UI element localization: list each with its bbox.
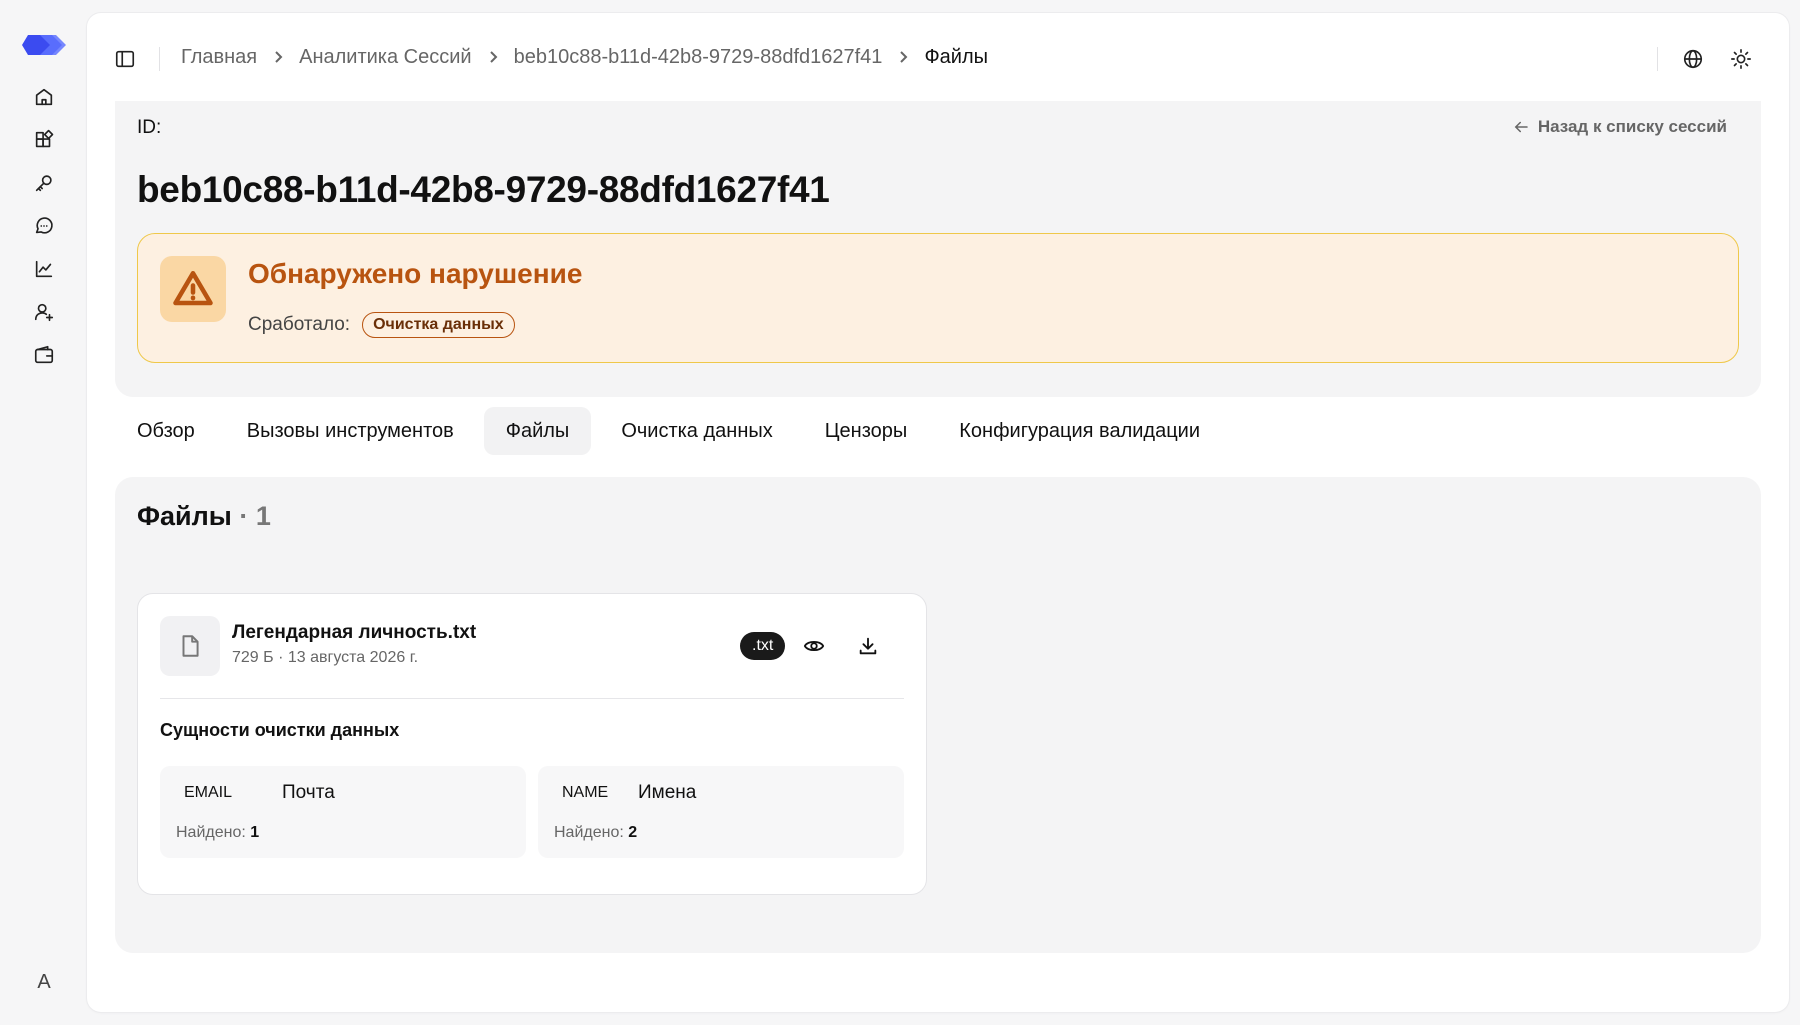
file-extension-badge: .txt [740,632,786,660]
warning-icon [173,270,213,306]
session-header: ID: Назад к списку сессий beb10c88-b11d-… [115,101,1761,397]
eye-icon [803,640,825,652]
found-count: 2 [628,824,638,841]
chevron-right-icon [271,50,285,64]
home-icon [35,88,53,106]
blocks-icon [35,129,54,148]
nav-chat[interactable] [24,206,64,246]
back-link-label: Назад к списку сессий [1537,117,1727,136]
entity-name: Имена [638,782,697,803]
brand-logo[interactable] [22,33,66,57]
tab-censors[interactable]: Цензоры [803,407,930,455]
id-label: ID: [137,117,162,138]
tab-data-sanitization[interactable]: Очистка данных [599,407,794,455]
nav-home[interactable] [24,77,64,117]
page-title: beb10c88-b11d-42b8-9729-88dfd1627f41 [137,169,830,210]
alert-icon-box [160,256,226,322]
file-icon-box [160,616,220,676]
files-title: Файлы [137,501,232,531]
divider [160,698,904,699]
arrow-left-icon [1514,121,1528,133]
files-heading: Файлы · 1 [137,501,271,532]
alert-trigger: Сработало: Очистка данных [248,312,515,338]
wallet-icon [34,345,54,364]
entities-title: Сущности очистки данных [160,720,400,740]
key-icon [35,175,52,192]
file-name: Легендарная личность.txt [232,622,477,643]
divider [1657,47,1658,71]
breadcrumb: Главная Аналитика Сессий beb10c88-b11d-4… [181,13,988,101]
chat-icon [35,217,53,234]
sun-icon [1731,49,1751,69]
nav-keys[interactable] [24,163,64,203]
file-icon [182,635,199,657]
chart-icon [35,260,53,278]
file-meta: 729 Б · 13 августа 2026 г. [232,649,419,666]
tab-validation-config[interactable]: Конфигурация валидации [937,407,1222,455]
globe-icon [1683,49,1703,69]
preview-file-button[interactable] [798,630,830,662]
breadcrumb-current: Файлы [924,45,988,68]
tab-bar: Обзор Вызовы инструментов Файлы Очистка … [115,407,1222,455]
nav-analytics[interactable] [24,249,64,289]
alert-title: Обнаружено нарушение [248,258,583,289]
file-card: Легендарная личность.txt 729 Б · 13 авгу… [137,593,927,895]
download-icon [859,637,877,655]
main-panel: Главная Аналитика Сессий beb10c88-b11d-4… [87,13,1789,1012]
chevron-right-icon [486,50,500,64]
trigger-label: Сработало: [248,314,351,335]
sidebar-toggle-button[interactable] [111,45,139,73]
user-plus-icon [34,303,54,322]
breadcrumb-session-id[interactable]: beb10c88-b11d-42b8-9729-88dfd1627f41 [514,46,883,69]
found-label: Найдено: [554,824,624,841]
back-to-sessions-link[interactable]: Назад к списку сессий [1512,117,1727,137]
entity-card-name: NAME Имена Найдено: 2 [538,766,904,858]
entity-name: Почта [282,782,335,803]
tab-tool-calls[interactable]: Вызовы инструментов [225,407,476,455]
language-button[interactable] [1678,44,1708,74]
nav-wallet[interactable] [24,335,64,375]
entity-code: EMAIL [172,780,245,806]
tab-files[interactable]: Файлы [483,407,592,455]
trigger-badge: Очистка данных [362,312,515,338]
files-section: Файлы · 1 Легендарная личность.txt 729 Б… [115,477,1761,953]
theme-toggle-button[interactable] [1726,44,1756,74]
entity-card-email: EMAIL Почта Найдено: 1 [160,766,526,858]
found-count: 1 [250,824,260,841]
entity-found: Найдено: 2 [554,824,637,842]
sidebar-icon [115,50,135,68]
files-count: · 1 [239,501,271,531]
violation-alert: Обнаружено нарушение Сработало: Очистка … [137,233,1739,363]
breadcrumb-session-analytics[interactable]: Аналитика Сессий [299,46,471,69]
chevron-right-icon [896,50,910,64]
nav-blocks[interactable] [24,120,64,160]
nav-add-user[interactable] [24,292,64,332]
left-rail: A [0,0,87,1025]
divider [159,47,160,71]
breadcrumb-home[interactable]: Главная [181,46,257,69]
top-bar: Главная Аналитика Сессий beb10c88-b11d-4… [87,13,1789,101]
app-root: A Главная Аналитика Сессий beb10c88-b11d… [0,0,1800,1025]
entity-found: Найдено: 1 [176,824,259,842]
found-label: Найдено: [176,824,246,841]
tab-overview[interactable]: Обзор [115,407,217,455]
download-file-button[interactable] [852,630,884,662]
user-avatar[interactable]: A [24,962,64,1002]
entity-code: NAME [550,780,621,806]
